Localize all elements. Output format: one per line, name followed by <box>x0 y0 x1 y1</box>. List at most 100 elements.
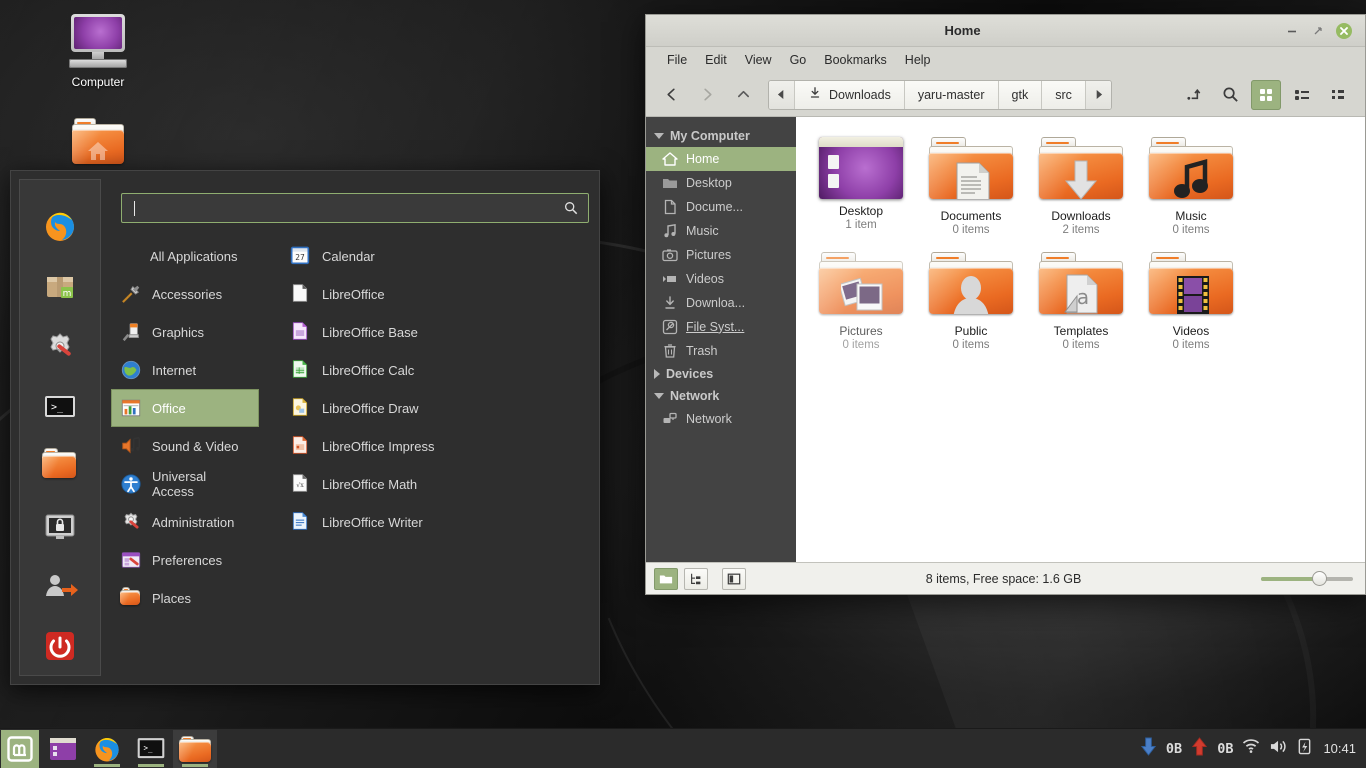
sidebar-group-network[interactable]: Network <box>646 385 796 407</box>
sidebar-group-my-computer[interactable]: My Computer <box>646 125 796 147</box>
sidebar-item-trash[interactable]: Trash <box>646 339 796 363</box>
volume-icon[interactable] <box>1269 738 1288 760</box>
sidebar-item-file-system[interactable]: File Syst... <box>646 315 796 339</box>
sidebar-item-documents[interactable]: Docume... <box>646 195 796 219</box>
sidebar-button-software-manager[interactable]: m <box>42 268 78 304</box>
breadcrumb-label: gtk <box>1011 87 1029 102</box>
desktop-icon-computer[interactable]: Computer <box>43 14 153 90</box>
menu-category-graphics[interactable]: Graphics <box>111 313 259 351</box>
sidebar-group-devices[interactable]: Devices <box>646 363 796 385</box>
menu-category-all-applications[interactable]: All Applications <box>111 237 259 275</box>
maximize-button[interactable] <box>1305 19 1331 43</box>
file-item-videos[interactable]: Videos 0 items <box>1136 246 1246 361</box>
taskbar-file-manager[interactable] <box>173 729 217 768</box>
wifi-icon[interactable] <box>1242 738 1260 759</box>
file-item-pictures[interactable]: Pictures 0 items <box>806 246 916 361</box>
menu-category-sound-video[interactable]: Sound & Video <box>111 427 259 465</box>
menu-category-universal-access[interactable]: Universal Access <box>111 465 259 503</box>
file-item-documents[interactable]: Documents 0 items <box>916 131 1026 246</box>
sidebar-item-videos[interactable]: Videos <box>646 267 796 291</box>
icon-view-toggle[interactable] <box>654 567 678 590</box>
window-titlebar[interactable]: Home <box>646 15 1365 47</box>
menu-category-preferences[interactable]: Preferences <box>111 541 259 579</box>
mint-menu-button[interactable] <box>1 729 39 768</box>
breadcrumb-item-downloads[interactable]: Downloads <box>795 80 905 109</box>
breadcrumb-item-yaru-master[interactable]: yaru-master <box>904 80 999 109</box>
menu-view[interactable]: View <box>736 51 781 69</box>
slider-knob[interactable] <box>1311 570 1327 586</box>
clock[interactable]: 10:41 <box>1321 741 1356 756</box>
file-item-desktop[interactable]: Desktop 1 item <box>806 131 916 246</box>
zoom-slider[interactable] <box>1261 569 1353 589</box>
sidebar-item-desktop[interactable]: Desktop <box>646 171 796 195</box>
menu-app-calendar[interactable]: 27 Calendar <box>281 237 589 275</box>
menu-search-input[interactable] <box>121 193 589 223</box>
sidebar-button-log-out[interactable] <box>42 568 78 604</box>
forward-button[interactable] <box>690 80 724 110</box>
svg-text:27: 27 <box>295 253 305 262</box>
menu-go[interactable]: Go <box>781 51 816 69</box>
menu-app-libreoffice-writer[interactable]: LibreOffice Writer <box>281 503 589 541</box>
sidebar-button-files[interactable] <box>42 448 78 484</box>
breadcrumb-scroll-right[interactable] <box>1085 80 1111 109</box>
sidebar-toggle[interactable] <box>722 567 746 590</box>
menu-category-office[interactable]: Office <box>111 389 259 427</box>
file-item-templates[interactable]: a Templates 0 items <box>1026 246 1136 361</box>
sidebar-button-terminal[interactable]: >_ <box>42 388 78 424</box>
taskbar-show-desktop[interactable] <box>41 730 85 768</box>
file-item-music[interactable]: Music 0 items <box>1136 131 1246 246</box>
sidebar-button-system-settings[interactable] <box>42 328 78 364</box>
breadcrumb-item-src[interactable]: src <box>1042 80 1086 109</box>
menu-category-internet[interactable]: Internet <box>111 351 259 389</box>
breadcrumb-item-gtk[interactable]: gtk <box>998 80 1043 109</box>
menu-app-libreoffice-impress[interactable]: LibreOffice Impress <box>281 427 589 465</box>
file-grid[interactable]: Desktop 1 item Documents 0 items Downloa… <box>796 117 1365 562</box>
sidebar-button-firefox[interactable] <box>42 208 78 244</box>
sidebar-button-quit[interactable] <box>42 628 78 664</box>
file-item-downloads[interactable]: Downloads 2 items <box>1026 131 1136 246</box>
up-button[interactable] <box>726 80 760 110</box>
menu-file[interactable]: File <box>658 51 696 69</box>
tree-view-toggle[interactable] <box>684 567 708 590</box>
firefox-icon <box>46 212 74 241</box>
administration-icon <box>120 511 142 533</box>
menu-app-label: LibreOffice <box>322 286 385 302</box>
menu-edit[interactable]: Edit <box>696 51 736 69</box>
sidebar-item-music[interactable]: Music <box>646 219 796 243</box>
menu-help[interactable]: Help <box>896 51 940 69</box>
search-icon[interactable] <box>1215 80 1245 110</box>
battery-charging-icon[interactable] <box>1297 737 1312 761</box>
sidebar-item-pictures[interactable]: Pictures <box>646 243 796 267</box>
file-manager-window[interactable]: Home File Edit View Go Bookmarks Help Do… <box>645 14 1366 595</box>
icon-view-button[interactable] <box>1251 79 1281 110</box>
menu-category-places[interactable]: Places <box>111 579 259 617</box>
back-button[interactable] <box>654 80 688 110</box>
menu-app-label: LibreOffice Math <box>322 476 418 492</box>
minimize-button[interactable] <box>1279 19 1305 43</box>
taskbar-firefox[interactable] <box>85 730 129 768</box>
compact-view-button[interactable] <box>1323 80 1353 110</box>
menu-category-accessories[interactable]: Accessories <box>111 275 259 313</box>
taskbar-terminal[interactable]: >_ <box>129 730 173 768</box>
menu-app-libreoffice-draw[interactable]: LibreOffice Draw <box>281 389 589 427</box>
menu-category-administration[interactable]: Administration <box>111 503 259 541</box>
system-settings-icon <box>50 333 71 356</box>
sidebar-item-downloads[interactable]: Downloa... <box>646 291 796 315</box>
sidebar-button-lock-screen[interactable] <box>42 508 78 544</box>
close-button[interactable] <box>1331 19 1357 43</box>
sidebar-item-network[interactable]: Network <box>646 407 796 431</box>
sidebar-item-home[interactable]: Home <box>646 147 796 171</box>
menu-bookmarks[interactable]: Bookmarks <box>815 51 896 69</box>
breadcrumb-scroll-left[interactable] <box>769 80 795 109</box>
application-menu[interactable]: m >_ All Applications Accessories Graphi… <box>10 170 600 685</box>
menu-app-libreoffice-base[interactable]: LibreOffice Base <box>281 313 589 351</box>
file-item-public[interactable]: Public 0 items <box>916 246 1026 361</box>
slider-fill <box>1261 576 1319 581</box>
menu-app-libreoffice-calc[interactable]: LibreOffice Calc <box>281 351 589 389</box>
list-view-button[interactable] <box>1287 80 1317 110</box>
menu-app-libreoffice[interactable]: LibreOffice <box>281 275 589 313</box>
menu-app-libreoffice-math[interactable]: √x LibreOffice Math <box>281 465 589 503</box>
desktop-icon-home[interactable] <box>43 118 153 167</box>
terminal-icon: >_ <box>137 737 165 758</box>
path-entry-toggle-icon[interactable] <box>1179 80 1209 110</box>
